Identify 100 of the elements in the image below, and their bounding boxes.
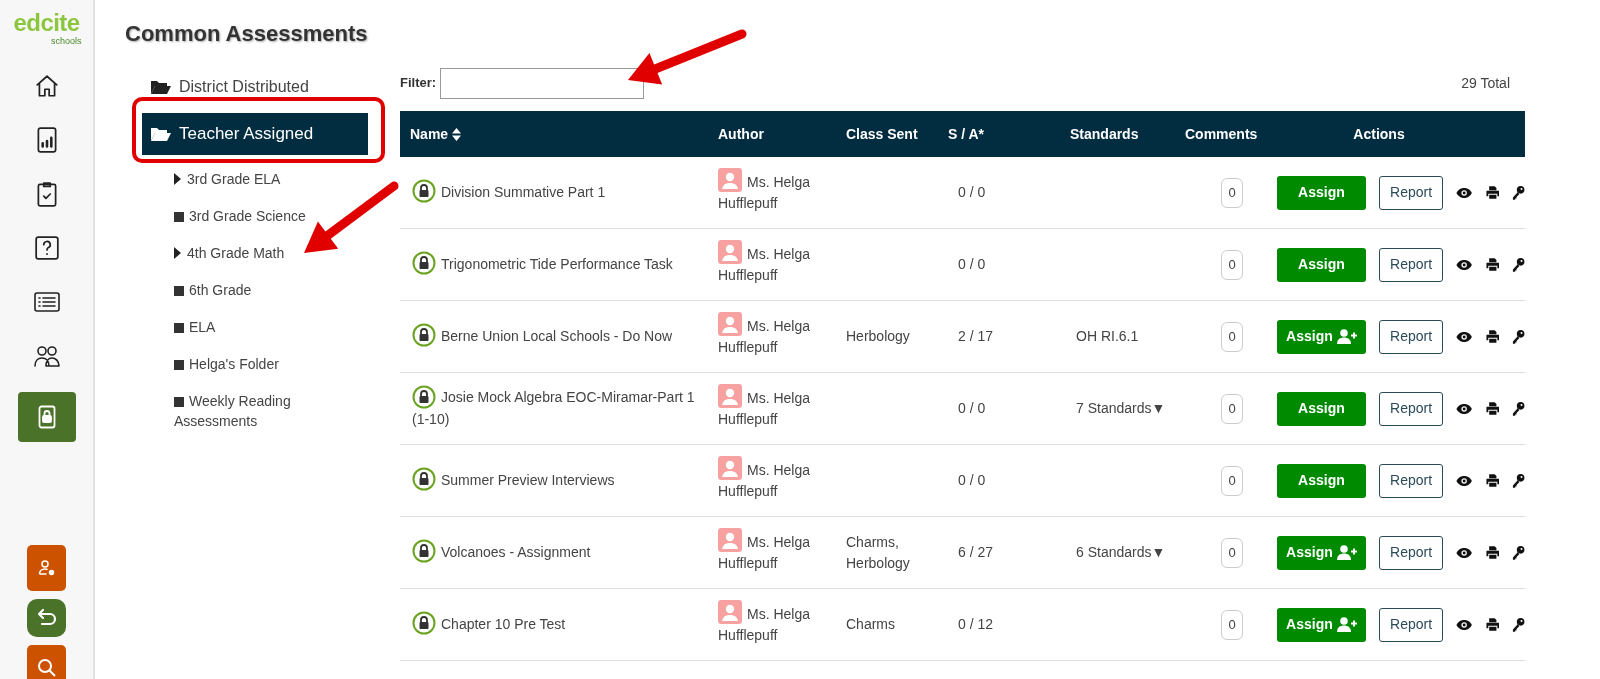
author-name: Ms. Helga Hufflepuff xyxy=(718,461,811,499)
assign-button[interactable]: Assign xyxy=(1277,319,1366,354)
report-button[interactable]: Report xyxy=(1378,247,1444,282)
assessment-name: Chapter 10 Pre Test xyxy=(412,615,566,632)
eye-icon[interactable] xyxy=(1456,474,1473,487)
author-name: Ms. Helga Hufflepuff xyxy=(718,389,811,427)
class-sent: Charms, Herbology xyxy=(846,533,910,571)
comment-count-bubble[interactable]: 0 xyxy=(1221,465,1243,496)
assessment-name: Division Summative Part 1 xyxy=(412,183,606,200)
assign-button[interactable]: Assign xyxy=(1277,391,1366,426)
key-icon[interactable] xyxy=(1512,184,1525,201)
user-plus-icon xyxy=(1336,545,1357,560)
class-sent: Herbology xyxy=(846,328,910,344)
square-bullet-icon xyxy=(174,360,184,370)
sidebar-action-button[interactable] xyxy=(27,545,66,591)
chart-icon xyxy=(35,126,58,154)
filter-field[interactable] xyxy=(440,67,645,99)
column-header: Class Sent xyxy=(846,124,918,144)
comment-count-bubble[interactable]: 0 xyxy=(1221,321,1243,352)
key-icon[interactable] xyxy=(1512,400,1525,417)
assign-button[interactable]: Assign xyxy=(1277,175,1366,210)
eye-icon[interactable] xyxy=(1456,186,1473,199)
comment-count-bubble[interactable]: 0 xyxy=(1221,393,1243,424)
assign-button[interactable]: Assign xyxy=(1277,535,1366,570)
assessment-name: Volcanoes - Assignment xyxy=(412,543,591,560)
standards[interactable]: 6 Standards▼ xyxy=(1076,544,1166,560)
comment-count-bubble[interactable]: 0 xyxy=(1221,249,1243,280)
comment-count-bubble[interactable]: 0 xyxy=(1221,609,1243,640)
submitted-assigned: 6 / 27 xyxy=(958,544,994,560)
column-header[interactable]: Name xyxy=(410,123,462,145)
print-icon[interactable] xyxy=(1485,257,1500,272)
standards[interactable]: 7 Standards▼ xyxy=(1076,400,1166,416)
clipboard-icon xyxy=(35,180,58,208)
column-header: S / A* xyxy=(948,124,985,144)
square-bullet-icon xyxy=(174,212,184,222)
eye-icon[interactable] xyxy=(1456,402,1473,415)
logo-tagline: schools xyxy=(51,36,82,46)
key-icon[interactable] xyxy=(1512,256,1525,273)
subfolder-item[interactable]: 4th Grade Math xyxy=(174,243,322,263)
author-name: Ms. Helga Hufflepuff xyxy=(718,605,811,643)
subfolder-item[interactable]: ELA xyxy=(174,317,322,337)
submitted-assigned: 0 / 0 xyxy=(958,184,986,200)
report-button[interactable]: Report xyxy=(1378,391,1444,426)
subfolder-item[interactable]: 3rd Grade Science xyxy=(174,206,322,226)
report-button[interactable]: Report xyxy=(1378,535,1444,570)
lock-icon xyxy=(37,405,56,429)
subfolder-item[interactable]: 6th Grade xyxy=(174,280,322,300)
lock-icon xyxy=(412,539,436,564)
lock-icon xyxy=(412,384,436,409)
sidebar-action-button[interactable] xyxy=(27,599,66,637)
eye-icon[interactable] xyxy=(1456,546,1473,559)
assign-button[interactable]: Assign xyxy=(1277,607,1366,642)
sidebar-action-button[interactable] xyxy=(27,645,66,679)
eye-icon[interactable] xyxy=(1456,618,1473,631)
submitted-assigned: 0 / 12 xyxy=(958,616,994,632)
avatar-icon xyxy=(718,239,742,264)
lock-icon xyxy=(412,323,436,348)
page-title: Common Assessments xyxy=(125,20,368,48)
submitted-assigned: 0 / 0 xyxy=(958,400,986,416)
assign-button[interactable]: Assign xyxy=(1277,463,1366,498)
subfolder-item[interactable]: 3rd Grade ELA xyxy=(174,169,322,189)
print-icon[interactable] xyxy=(1485,329,1500,344)
comment-count-bubble[interactable]: 0 xyxy=(1221,537,1243,568)
print-icon[interactable] xyxy=(1485,617,1500,632)
lock-icon xyxy=(412,611,436,636)
key-icon[interactable] xyxy=(1512,544,1525,561)
eye-icon[interactable] xyxy=(1456,258,1473,271)
lock-icon xyxy=(412,251,436,276)
square-bullet-icon xyxy=(174,286,184,296)
report-button[interactable]: Report xyxy=(1378,319,1444,354)
square-bullet-icon xyxy=(174,397,184,407)
folder-icon xyxy=(150,126,172,142)
expand-caret-icon xyxy=(174,173,181,185)
key-icon[interactable] xyxy=(1512,616,1525,633)
print-icon[interactable] xyxy=(1485,401,1500,416)
subfolder-item[interactable]: Weekly Reading Assessments xyxy=(174,391,322,431)
folder-item[interactable]: District Distributed xyxy=(142,71,309,103)
assessment-name: Trigonometric Tide Performance Task xyxy=(412,255,673,272)
report-button[interactable]: Report xyxy=(1378,175,1444,210)
assessment-name: Summer Preview Interviews xyxy=(412,471,615,488)
subfolder-item[interactable]: Helga's Folder xyxy=(174,354,322,374)
eye-icon[interactable] xyxy=(1456,330,1473,343)
submitted-assigned: 2 / 17 xyxy=(958,328,994,344)
avatar-icon xyxy=(718,311,742,336)
avatar-icon xyxy=(718,455,742,480)
print-icon[interactable] xyxy=(1485,473,1500,488)
help-icon xyxy=(33,235,60,261)
avatar-icon xyxy=(718,527,742,552)
assessment-name: Berne Union Local Schools - Do Now xyxy=(412,327,673,344)
print-icon[interactable] xyxy=(1485,545,1500,560)
logo-wordmark: edcite xyxy=(13,10,80,36)
standards[interactable]: OH RI.6.1 xyxy=(1076,328,1139,344)
report-button[interactable]: Report xyxy=(1378,463,1444,498)
key-icon[interactable] xyxy=(1512,472,1525,489)
print-icon[interactable] xyxy=(1485,185,1500,200)
key-icon[interactable] xyxy=(1512,328,1525,345)
report-button[interactable]: Report xyxy=(1378,607,1444,642)
comment-count-bubble[interactable]: 0 xyxy=(1221,177,1243,208)
folder-item[interactable]: Teacher Assigned xyxy=(142,113,368,155)
assign-button[interactable]: Assign xyxy=(1277,247,1366,282)
